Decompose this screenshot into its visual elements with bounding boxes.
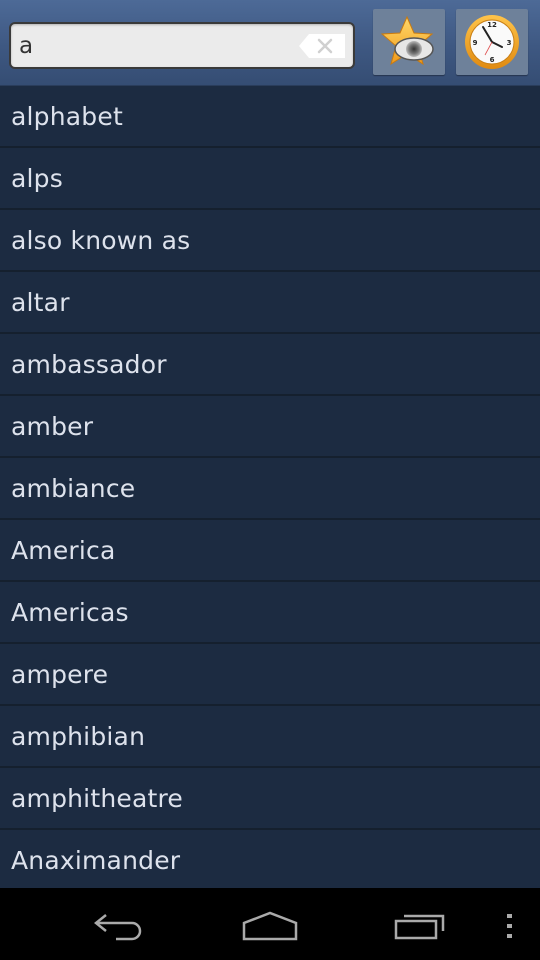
list-item[interactable]: alphabet xyxy=(0,86,540,148)
home-icon xyxy=(242,911,298,941)
search-box[interactable] xyxy=(9,22,355,69)
clear-search-button[interactable] xyxy=(299,34,345,58)
list-item[interactable]: alps xyxy=(0,148,540,210)
svg-text:3: 3 xyxy=(507,39,512,47)
list-item-label: ampere xyxy=(11,659,109,689)
clock-icon: 12 3 6 9 xyxy=(465,15,519,69)
star-eye-icon xyxy=(380,15,434,66)
list-item-label: Anaximander xyxy=(11,845,181,875)
list-item[interactable]: Anaximander xyxy=(0,830,540,888)
backspace-clear-icon xyxy=(299,34,345,58)
overflow-menu-button[interactable] xyxy=(495,904,525,948)
home-button[interactable] xyxy=(230,904,310,948)
recent-apps-button[interactable] xyxy=(380,904,460,948)
overflow-menu-icon xyxy=(507,914,512,938)
history-button[interactable]: 12 3 6 9 xyxy=(456,9,528,75)
list-item[interactable]: ambiance xyxy=(0,458,540,520)
list-item[interactable]: amber xyxy=(0,396,540,458)
list-item[interactable]: amphitheatre xyxy=(0,768,540,830)
top-toolbar: 12 3 6 9 xyxy=(0,0,540,86)
back-button[interactable] xyxy=(80,904,160,948)
list-item[interactable]: also known as xyxy=(0,210,540,272)
svg-text:6: 6 xyxy=(490,56,495,64)
list-item-label: ambassador xyxy=(11,349,167,379)
search-input[interactable] xyxy=(19,28,289,64)
back-icon xyxy=(93,914,142,941)
list-item-label: Americas xyxy=(11,597,129,627)
list-item-label: altar xyxy=(11,287,70,317)
list-item-label: amphibian xyxy=(11,721,146,751)
system-navigation-bar xyxy=(0,888,540,960)
list-item[interactable]: amphibian xyxy=(0,706,540,768)
list-item[interactable]: ampere xyxy=(0,644,540,706)
recent-apps-icon xyxy=(394,914,445,940)
list-item-label: alphabet xyxy=(11,101,123,131)
list-item-label: alps xyxy=(11,163,63,193)
list-item-label: ambiance xyxy=(11,473,136,503)
word-list[interactable]: alphabet alps also known as altar ambass… xyxy=(0,86,540,888)
svg-text:12: 12 xyxy=(487,21,497,29)
list-item-label: also known as xyxy=(11,225,191,255)
list-item[interactable]: altar xyxy=(0,272,540,334)
list-item-label: America xyxy=(11,535,116,565)
list-item-label: amber xyxy=(11,411,94,441)
list-item-label: amphitheatre xyxy=(11,783,183,813)
favorites-button[interactable] xyxy=(373,9,445,75)
svg-text:9: 9 xyxy=(473,39,478,47)
list-item[interactable]: Americas xyxy=(0,582,540,644)
list-item[interactable]: ambassador xyxy=(0,334,540,396)
list-item[interactable]: America xyxy=(0,520,540,582)
